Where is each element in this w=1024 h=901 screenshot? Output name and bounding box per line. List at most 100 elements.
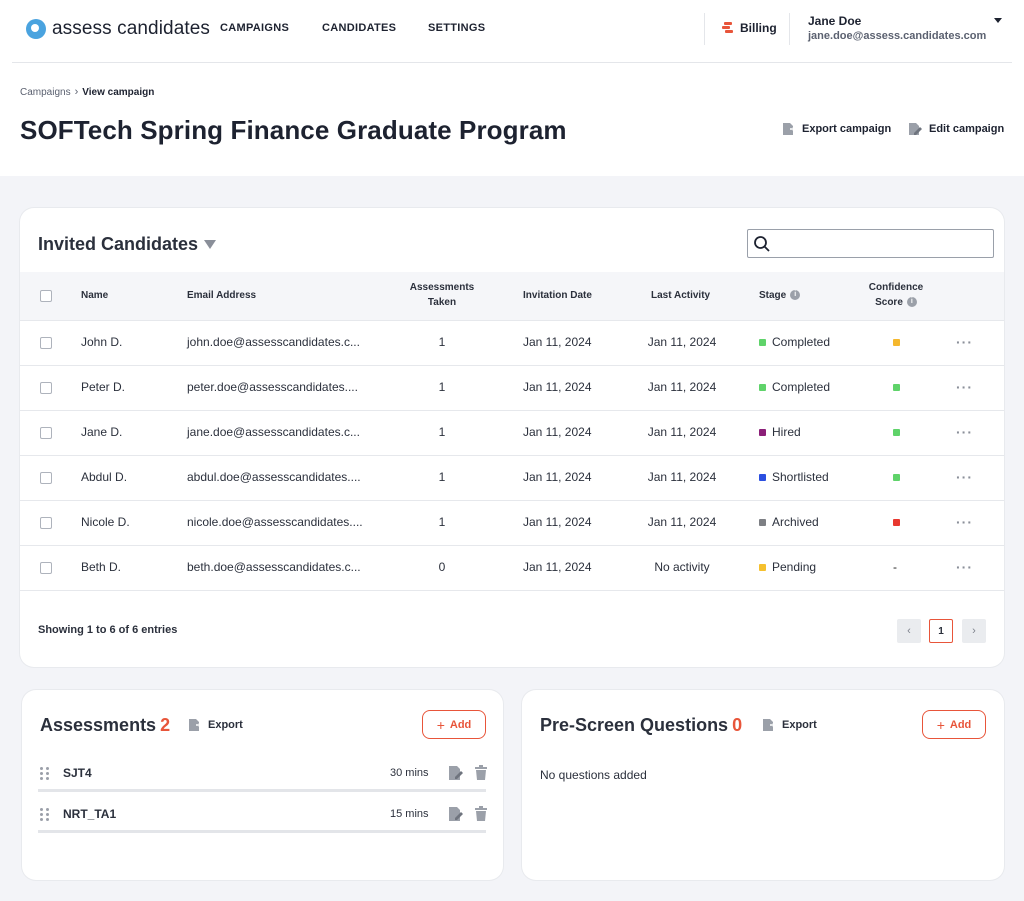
candidate-email: john.doe@assesscandidates.c... — [187, 335, 360, 349]
edit-icon[interactable] — [448, 806, 464, 822]
info-icon[interactable]: i — [790, 290, 801, 301]
col-assessments-line1: Assessments — [409, 282, 475, 293]
col-confidence-line1: Confidence — [868, 282, 924, 293]
more-options-icon[interactable]: ··· — [956, 559, 973, 575]
add-question-label: Add — [949, 718, 972, 731]
prev-page-button[interactable]: ‹ — [897, 619, 921, 643]
col-confidence-line2: Score — [875, 297, 903, 308]
more-options-icon[interactable]: ··· — [956, 334, 973, 350]
row-checkbox[interactable] — [40, 427, 52, 439]
nav-settings[interactable]: SETTINGS — [428, 22, 485, 34]
entries-summary: Showing 1 to 6 of 6 entries — [38, 624, 178, 636]
assessments-taken: 1 — [438, 335, 446, 349]
caret-down-icon[interactable] — [994, 18, 1002, 23]
candidate-name[interactable]: Abdul D. — [81, 470, 127, 484]
table-row[interactable]: Beth D. beth.doe@assesscandidates.c... 0… — [20, 546, 1004, 591]
col-email[interactable]: Email Address — [187, 288, 256, 303]
next-page-button[interactable]: › — [962, 619, 986, 643]
stage-color-indicator — [759, 563, 766, 571]
table-row[interactable]: Peter D. peter.doe@assesscandidates.... … — [20, 366, 1004, 411]
select-all-checkbox[interactable] — [40, 290, 52, 302]
export-campaign-button[interactable]: Export campaign — [782, 122, 891, 136]
chevron-right-icon: › — [972, 625, 976, 637]
delete-icon[interactable] — [474, 806, 488, 822]
billing-button[interactable]: Billing — [722, 21, 777, 35]
candidates-title: Invited Candidates — [38, 234, 217, 255]
table-row[interactable]: Nicole D. nicole.doe@assesscandidates...… — [20, 501, 1004, 546]
candidate-name[interactable]: Nicole D. — [81, 515, 130, 529]
user-email[interactable]: jane.doe@assess.candidates.com — [808, 30, 986, 42]
col-stage[interactable]: Stage i — [759, 288, 801, 303]
col-last-activity[interactable]: Last Activity — [651, 288, 710, 303]
last-activity: No activity — [654, 560, 710, 574]
delete-icon[interactable] — [474, 765, 488, 781]
col-assessments[interactable]: Assessments Taken — [402, 280, 482, 310]
nav-divider — [12, 62, 1012, 63]
invited-candidates-card: Invited Candidates Name Email Address As… — [20, 208, 1004, 667]
stage-badge: Archived — [759, 515, 819, 529]
nav-campaigns[interactable]: CAMPAIGNS — [220, 22, 289, 34]
candidate-name[interactable]: Beth D. — [81, 560, 121, 574]
plus-icon: + — [936, 716, 945, 733]
nav-candidates[interactable]: CANDIDATES — [322, 22, 396, 34]
row-checkbox[interactable] — [40, 472, 52, 484]
confidence-indicator — [893, 339, 900, 346]
candidate-name[interactable]: Jane D. — [81, 425, 122, 439]
more-options-icon[interactable]: ··· — [956, 424, 973, 440]
col-confidence[interactable]: Confidence Score i — [860, 280, 932, 310]
table-row[interactable]: Abdul D. abdul.doe@assesscandidates.... … — [20, 456, 1004, 501]
col-invitation-date[interactable]: Invitation Date — [523, 288, 592, 303]
last-activity: Jan 11, 2024 — [647, 425, 717, 439]
add-question-button[interactable]: + Add — [922, 710, 986, 739]
more-options-icon[interactable]: ··· — [956, 514, 973, 530]
candidate-email: beth.doe@assesscandidates.c... — [187, 560, 361, 574]
table-row[interactable]: Jane D. jane.doe@assesscandidates.c... 1… — [20, 411, 1004, 456]
row-checkbox[interactable] — [40, 562, 52, 574]
breadcrumb-campaigns[interactable]: Campaigns — [20, 87, 71, 98]
search-input[interactable] — [776, 234, 986, 254]
invitation-date: Jan 11, 2024 — [523, 470, 592, 484]
candidate-email: abdul.doe@assesscandidates.... — [187, 470, 361, 484]
stage-color-indicator — [759, 338, 766, 346]
table-row[interactable]: John D. john.doe@assesscandidates.c... 1… — [20, 321, 1004, 366]
assessment-item[interactable]: SJT4 30 mins — [38, 758, 488, 792]
assessment-name: SJT4 — [63, 766, 92, 780]
assessments-taken: 0 — [438, 560, 446, 574]
row-checkbox[interactable] — [40, 382, 52, 394]
assessments-taken: 1 — [438, 515, 446, 529]
user-name[interactable]: Jane Doe — [808, 14, 861, 28]
drag-handle-icon[interactable] — [40, 808, 50, 822]
drag-handle-icon[interactable] — [40, 767, 50, 781]
empty-questions-text: No questions added — [540, 768, 647, 782]
search-box[interactable] — [747, 229, 994, 258]
invitation-date: Jan 11, 2024 — [523, 425, 592, 439]
breadcrumb-current: View campaign — [82, 86, 155, 98]
row-checkbox[interactable] — [40, 517, 52, 529]
assessment-duration: 30 mins — [390, 767, 429, 779]
info-icon[interactable]: i — [906, 297, 917, 308]
edit-campaign-button[interactable]: Edit campaign — [908, 122, 1004, 136]
col-name[interactable]: Name — [81, 288, 108, 303]
prescreen-export-button[interactable]: Export — [762, 718, 817, 732]
page-1-button[interactable]: 1 — [929, 619, 953, 643]
edit-icon — [909, 123, 922, 135]
export-icon — [783, 123, 796, 135]
more-options-icon[interactable]: ··· — [956, 379, 973, 395]
last-activity: Jan 11, 2024 — [647, 335, 717, 349]
invitation-date: Jan 11, 2024 — [523, 515, 592, 529]
col-assessments-line2: Taken — [427, 297, 457, 308]
assessments-export-label: Export — [208, 719, 243, 731]
assessments-export-button[interactable]: Export — [188, 718, 243, 732]
add-assessment-button[interactable]: + Add — [422, 710, 486, 739]
candidate-name[interactable]: John D. — [81, 335, 122, 349]
candidate-name[interactable]: Peter D. — [81, 380, 125, 394]
edit-icon[interactable] — [448, 765, 464, 781]
logo[interactable]: assess candidates — [26, 18, 210, 40]
prescreen-card: Pre-Screen Questions 0 Export + Add No que… — [522, 690, 1004, 880]
assessment-item[interactable]: NRT_TA1 15 mins — [38, 799, 488, 833]
filter-icon[interactable] — [204, 240, 217, 249]
more-options-icon[interactable]: ··· — [956, 469, 973, 485]
row-checkbox[interactable] — [40, 337, 52, 349]
header-area: assess candidates CAMPAIGNS CANDIDATES S… — [0, 0, 1024, 176]
plus-icon: + — [436, 716, 445, 733]
